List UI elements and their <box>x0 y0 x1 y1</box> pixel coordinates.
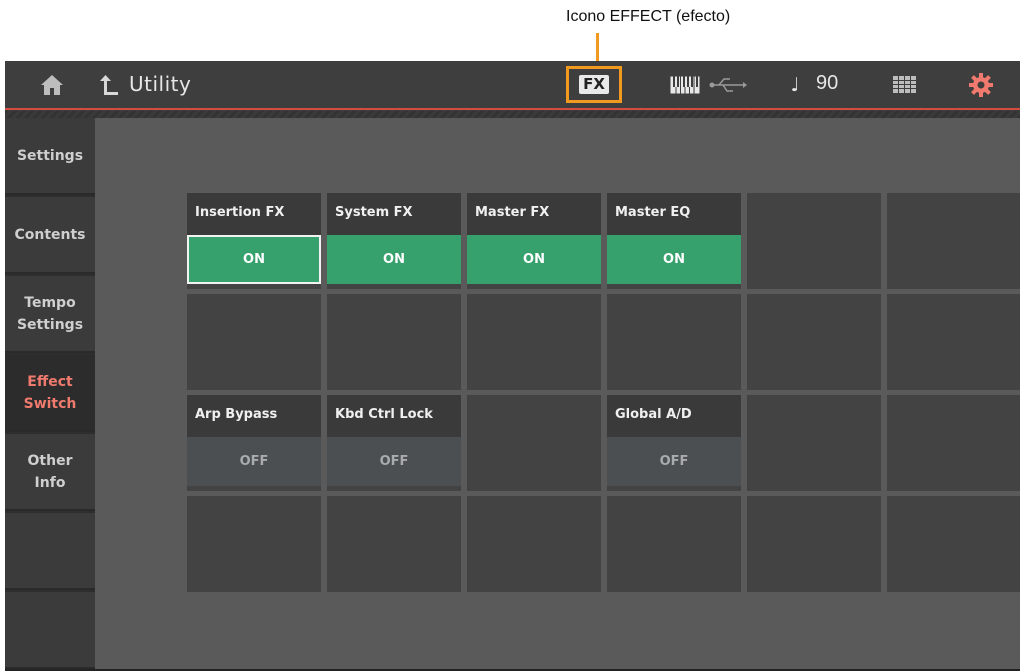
top-bar-accent-line <box>5 108 1020 110</box>
empty-cell <box>747 193 881 289</box>
system-fx-cell: System FX ON <box>327 193 461 289</box>
system-fx-toggle[interactable]: ON <box>327 235 461 284</box>
gear-icon[interactable] <box>968 72 994 98</box>
header-stripe <box>5 111 1020 118</box>
annotation-label: Icono EFFECT (efecto) <box>566 8 731 25</box>
arp-bypass-cell: Arp Bypass OFF <box>187 395 321 491</box>
quarter-note-icon: ♩ <box>790 74 800 96</box>
empty-cell <box>747 395 881 491</box>
empty-cell <box>747 294 881 390</box>
back-arrow-icon[interactable] <box>99 73 121 97</box>
master-fx-cell: Master FX ON <box>467 193 601 289</box>
tab-empty-2 <box>5 592 95 669</box>
empty-cell <box>887 395 1020 491</box>
tempo-value[interactable]: 90 <box>816 72 838 95</box>
fx-icon-highlight: FX <box>566 66 622 103</box>
insertion-fx-cell: Insertion FX ON <box>187 193 321 289</box>
tab-other-info[interactable]: Other Info <box>5 434 95 511</box>
fx-icon[interactable]: FX <box>579 75 609 94</box>
tab-effect-switch[interactable]: Effect Switch <box>5 355 95 432</box>
empty-cell <box>327 496 461 592</box>
tab-empty-1 <box>5 513 95 590</box>
tab-settings[interactable]: Settings <box>5 118 95 195</box>
empty-cell <box>187 294 321 390</box>
empty-cell <box>747 496 881 592</box>
master-fx-label: Master FX <box>467 193 601 235</box>
master-eq-cell: Master EQ ON <box>607 193 741 289</box>
empty-cell <box>327 294 461 390</box>
system-fx-label: System FX <box>327 193 461 235</box>
global-ad-label: Global A/D <box>607 395 741 437</box>
usb-icon <box>709 76 747 94</box>
empty-cell <box>887 193 1020 289</box>
home-icon[interactable] <box>39 72 65 98</box>
master-eq-toggle[interactable]: ON <box>607 235 741 284</box>
arp-bypass-label: Arp Bypass <box>187 395 321 437</box>
keyboard-icon <box>670 75 700 95</box>
tab-contents[interactable]: Contents <box>5 197 95 274</box>
master-fx-toggle[interactable]: ON <box>467 235 601 284</box>
top-bar: Utility FX ♩ 90 <box>5 61 1020 110</box>
empty-cell <box>887 496 1020 592</box>
empty-cell <box>467 496 601 592</box>
master-eq-label: Master EQ <box>607 193 741 235</box>
sidebar: Settings Contents Tempo Settings Effect … <box>5 118 95 671</box>
grid-icon[interactable] <box>892 75 918 95</box>
arp-bypass-toggle[interactable]: OFF <box>187 437 321 486</box>
kbd-ctrl-lock-label: Kbd Ctrl Lock <box>327 395 461 437</box>
effect-switch-panel: Insertion FX ON System FX ON Master FX O… <box>95 118 1020 671</box>
page-title: Utility <box>129 72 192 96</box>
empty-cell <box>187 496 321 592</box>
global-ad-cell: Global A/D OFF <box>607 395 741 491</box>
global-ad-toggle[interactable]: OFF <box>607 437 741 486</box>
empty-cell <box>887 294 1020 390</box>
tab-tempo-settings[interactable]: Tempo Settings <box>5 276 95 353</box>
kbd-ctrl-lock-toggle[interactable]: OFF <box>327 437 461 486</box>
empty-cell <box>467 294 601 390</box>
insertion-fx-label: Insertion FX <box>187 193 321 235</box>
instrument-screen: Utility FX ♩ 90 Settings Contents Tempo … <box>5 61 1020 671</box>
empty-cell <box>467 395 601 491</box>
kbd-ctrl-lock-cell: Kbd Ctrl Lock OFF <box>327 395 461 491</box>
empty-cell <box>607 294 741 390</box>
empty-cell <box>607 496 741 592</box>
insertion-fx-toggle[interactable]: ON <box>187 235 321 284</box>
